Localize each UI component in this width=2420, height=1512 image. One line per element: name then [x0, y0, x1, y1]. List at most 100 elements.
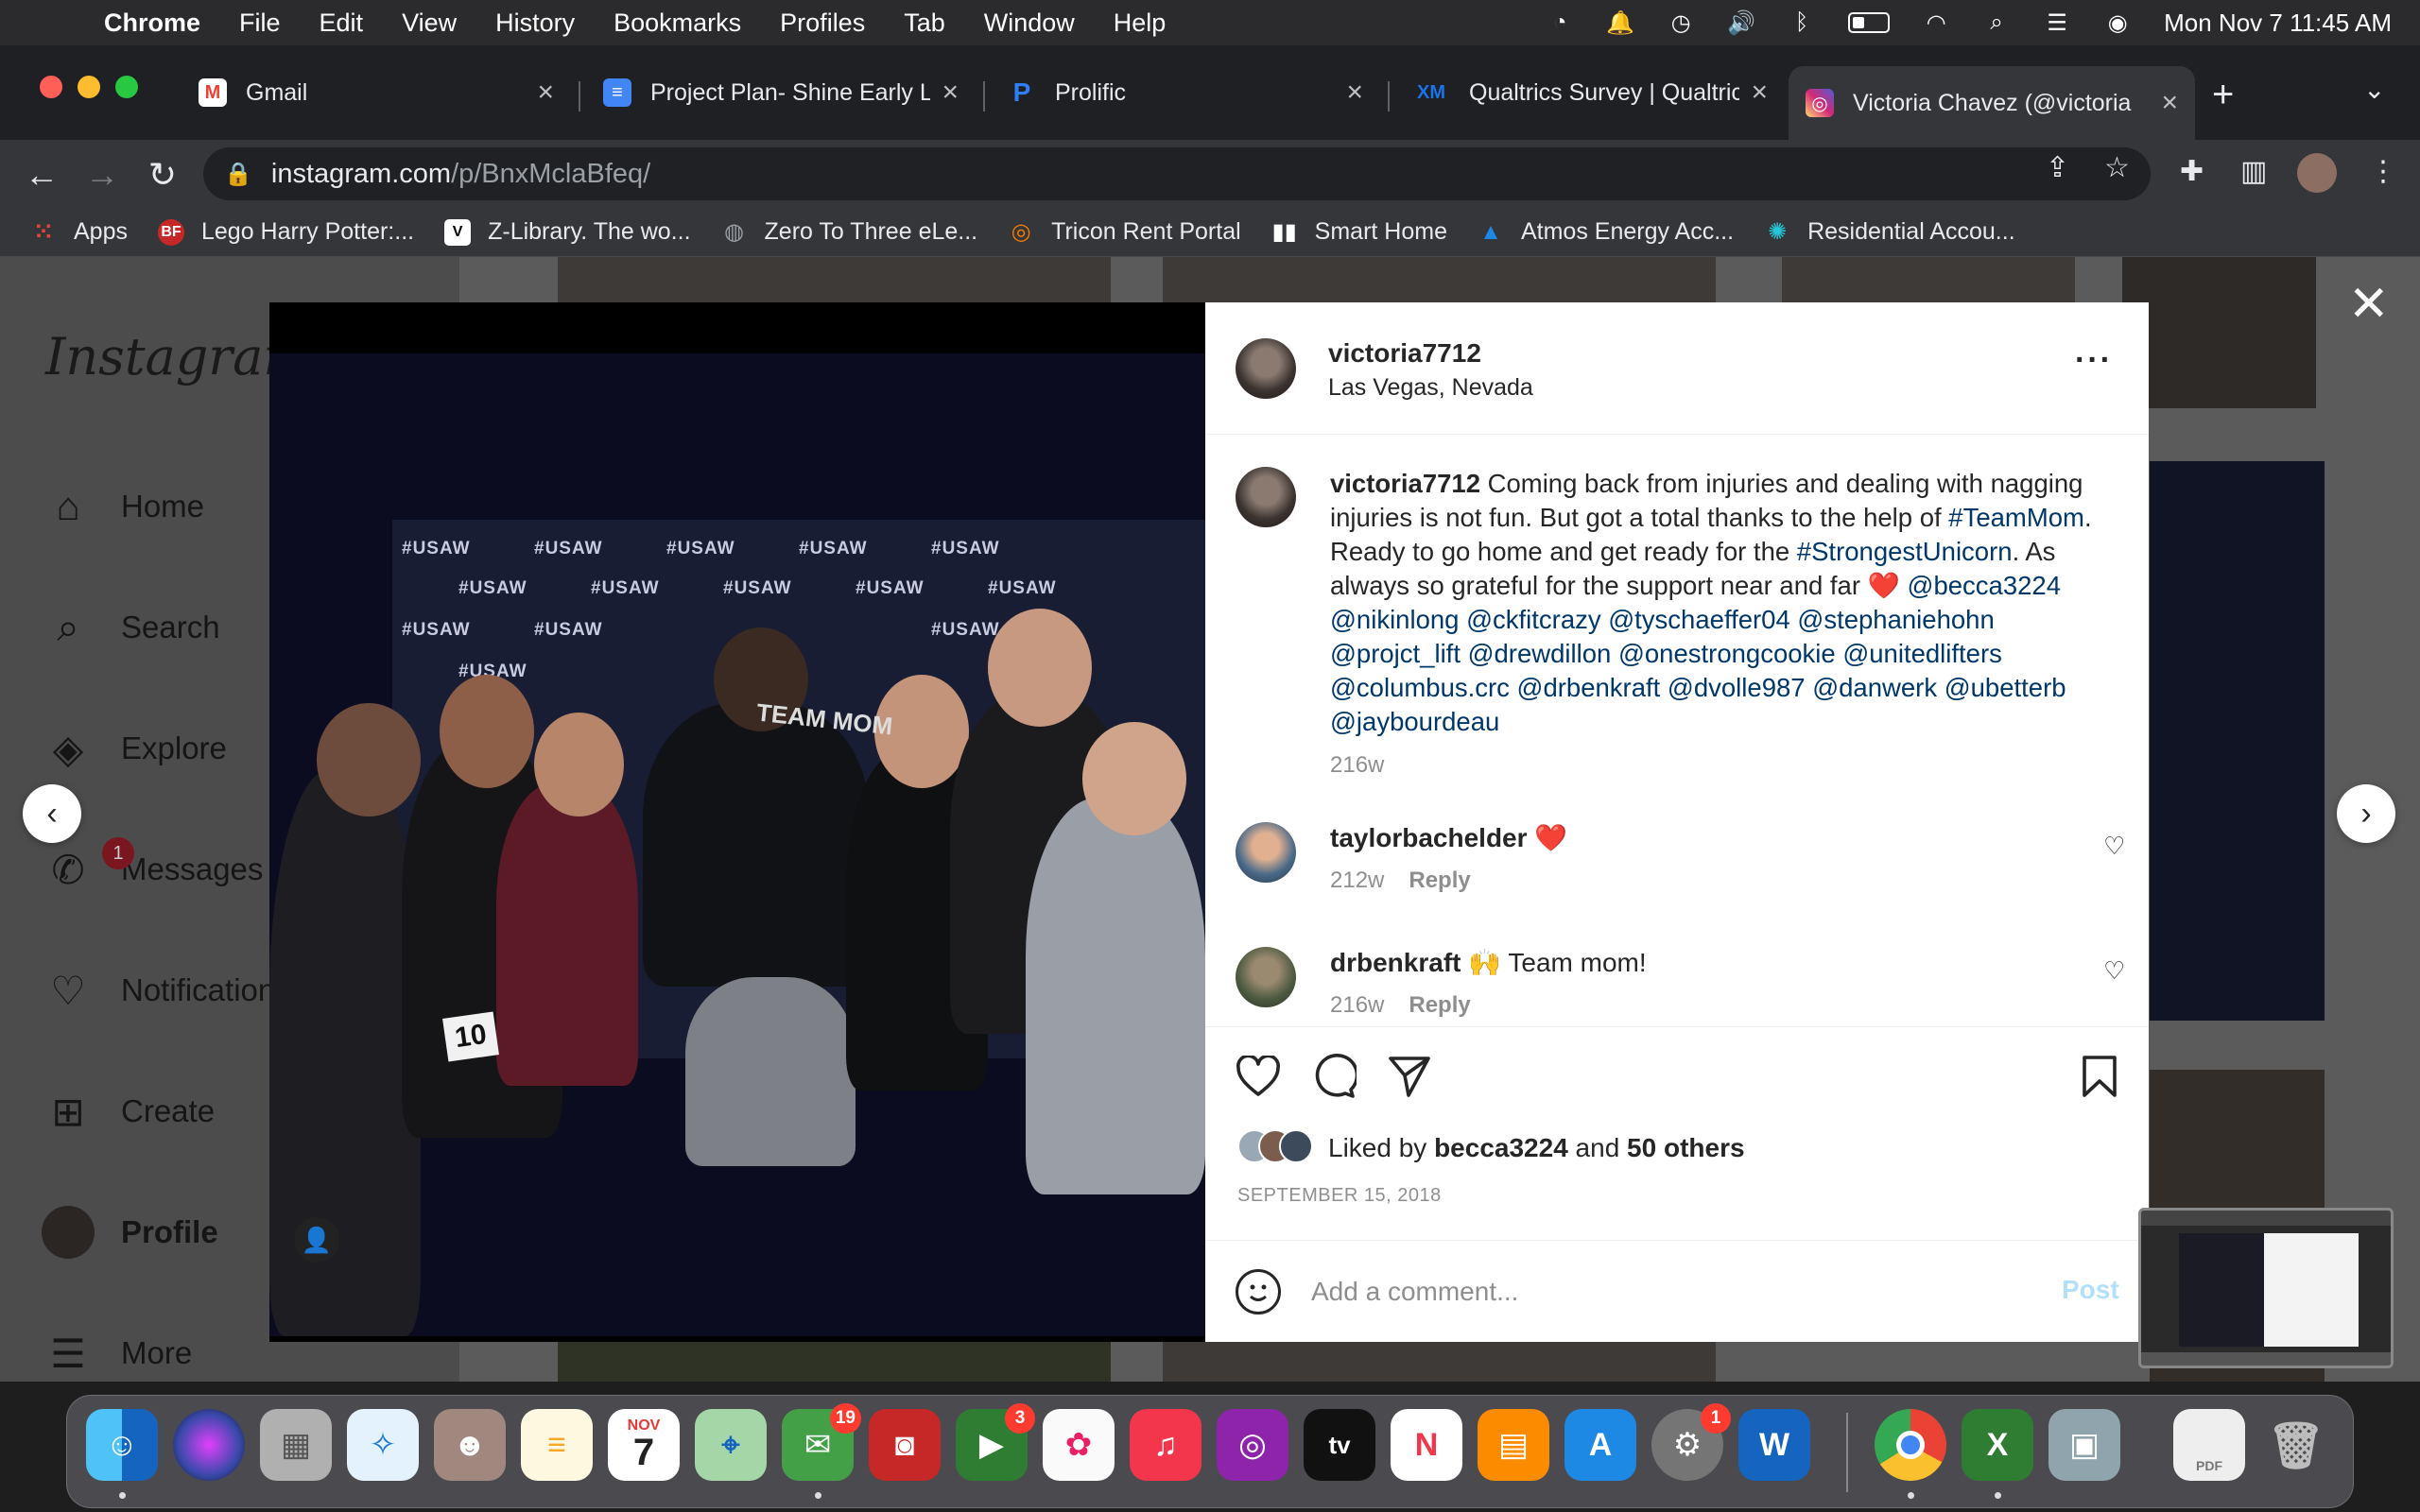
zoom-window-button[interactable] — [115, 76, 138, 98]
bookmark-residential[interactable]: ✺ Residential Accou... — [1764, 218, 2015, 246]
launchpad-icon[interactable]: ▦ — [260, 1409, 332, 1481]
nav-more[interactable]: ☰ More — [42, 1327, 192, 1380]
liked-by-user-link[interactable]: becca3224 — [1434, 1133, 1568, 1162]
close-tab-icon[interactable]: × — [942, 77, 959, 109]
music-icon[interactable]: ♫ — [1130, 1409, 1201, 1481]
caption-age[interactable]: 216w — [1330, 748, 2105, 782]
siri-menu-icon[interactable]: ◉ — [2103, 10, 2132, 36]
tab-qualtrics[interactable]: XM Qualtrics Survey | Qualtric × — [1395, 66, 1785, 119]
reload-icon[interactable]: ↻ — [144, 155, 182, 195]
bookmark-zero-to-three[interactable]: ◍ Zero To Three eLe... — [721, 218, 977, 246]
tab-gmail[interactable]: M Gmail × — [182, 66, 571, 119]
reply-button[interactable]: Reply — [1409, 992, 1470, 1018]
comment-bubble-icon[interactable] — [1309, 1052, 1358, 1101]
forward-arrow-icon[interactable]: → — [83, 155, 121, 195]
reply-button[interactable]: Reply — [1409, 868, 1470, 893]
control-center-icon[interactable]: ☰ — [2043, 10, 2071, 36]
author-avatar[interactable] — [1236, 338, 1296, 399]
app-store-icon[interactable]: A — [1564, 1409, 1636, 1481]
close-modal-icon[interactable]: ✕ — [2348, 280, 2390, 329]
tagged-users-icon[interactable]: 👤 — [294, 1217, 339, 1263]
post-location[interactable]: Las Vegas, Nevada — [1328, 374, 1533, 402]
menu-edit[interactable]: Edit — [320, 9, 364, 38]
close-window-button[interactable] — [40, 76, 62, 98]
menu-history[interactable]: History — [495, 9, 575, 38]
close-tab-icon[interactable]: × — [1346, 77, 1363, 109]
commenter-username[interactable]: drbenkraft — [1330, 948, 1461, 977]
post-comment-button[interactable]: Post — [2062, 1275, 2119, 1305]
podcasts-icon[interactable]: ◎ — [1217, 1409, 1288, 1481]
share-paper-plane-icon[interactable] — [1385, 1052, 1434, 1101]
bookmark-smart-home[interactable]: ▮▮ Smart Home — [1271, 218, 1447, 246]
commenter-username[interactable]: taylorbachelder — [1330, 823, 1528, 852]
author-username[interactable]: victoria7712 — [1328, 338, 1481, 369]
bookmark-star-icon[interactable]: ☆ — [2104, 151, 2130, 184]
author-avatar[interactable] — [1236, 467, 1296, 527]
previous-post-chevron-icon[interactable]: ‹ — [23, 784, 81, 843]
volume-icon[interactable]: 🔊 — [1727, 10, 1755, 36]
comment-age[interactable]: 216w — [1330, 992, 1384, 1018]
caption-username[interactable]: victoria7712 — [1330, 469, 1480, 498]
tab-search-chevron-icon[interactable]: ⌄ — [2363, 74, 2385, 105]
commenter-avatar[interactable] — [1236, 822, 1296, 883]
word-icon[interactable]: W — [1738, 1409, 1810, 1481]
like-heart-icon[interactable] — [1234, 1052, 1283, 1101]
close-tab-icon[interactable]: × — [537, 77, 554, 109]
new-tab-icon[interactable]: + — [2212, 74, 2234, 116]
liker-avatars[interactable] — [1237, 1129, 1322, 1165]
tab-instagram-active[interactable]: ◎ Victoria Chavez (@victoria × — [1789, 66, 2195, 140]
nav-create[interactable]: ⊞ Create — [42, 1085, 215, 1138]
profile-avatar-icon[interactable] — [2297, 153, 2337, 193]
post-date[interactable]: SEPTEMBER 15, 2018 — [1237, 1185, 1442, 1207]
side-panel-icon[interactable]: ▥ — [2240, 155, 2267, 188]
bookmark-apps[interactable]: ⁙ Apps — [30, 218, 128, 246]
chrome-icon[interactable] — [1875, 1409, 1946, 1481]
next-post-chevron-icon[interactable]: › — [2337, 784, 2395, 843]
emoji-picker-icon[interactable] — [1236, 1269, 1281, 1314]
minimize-window-button[interactable] — [78, 76, 100, 98]
notification-bell-icon[interactable]: 🔔 — [1606, 10, 1634, 36]
comment-input[interactable] — [1311, 1265, 1992, 1318]
save-bookmark-icon[interactable] — [2075, 1052, 2124, 1101]
battery-icon[interactable] — [1848, 12, 1891, 33]
comment-age[interactable]: 212w — [1330, 868, 1384, 893]
preview-icon[interactable]: ▣ — [2048, 1409, 2120, 1481]
nav-explore[interactable]: ◈ Explore — [42, 722, 227, 775]
nav-profile[interactable]: Profile — [42, 1206, 218, 1259]
like-comment-heart-icon[interactable]: ♡ — [2103, 956, 2125, 986]
news-icon[interactable]: N — [1391, 1409, 1462, 1481]
apple-tv-icon[interactable]: tv — [1304, 1409, 1375, 1481]
photos-icon[interactable]: ✿ — [1043, 1409, 1115, 1481]
calendar-icon[interactable]: NOV 7 — [608, 1409, 680, 1481]
messages-icon[interactable]: ✉ 19 — [782, 1403, 861, 1481]
menu-file[interactable]: File — [239, 9, 281, 38]
bookmark-tricon[interactable]: ◎ Tricon Rent Portal — [1008, 218, 1241, 246]
bookmark-lego[interactable]: BF Lego Harry Potter:... — [157, 218, 414, 246]
liked-by-others-link[interactable]: 50 others — [1627, 1133, 1745, 1162]
system-preferences-icon[interactable]: ⚙ 1 — [1651, 1403, 1731, 1481]
menu-app-name[interactable]: Chrome — [104, 9, 200, 38]
more-options-icon[interactable]: ··· — [2075, 342, 2113, 379]
extensions-puzzle-icon[interactable]: ✚ — [2180, 155, 2204, 188]
focus-icon[interactable]: ◔ — [1546, 9, 1574, 35]
hashtag-link[interactable]: #TeamMom — [1948, 503, 2084, 532]
menu-bookmarks[interactable]: Bookmarks — [614, 9, 741, 38]
contacts-icon[interactable]: ☻ — [434, 1409, 506, 1481]
facetime-icon[interactable]: ▶ 3 — [956, 1403, 1035, 1481]
close-tab-icon[interactable]: × — [2161, 87, 2178, 119]
trash-icon[interactable]: 🗑 — [2260, 1409, 2332, 1481]
bluetooth-icon[interactable]: ᛒ — [1788, 9, 1816, 35]
address-bar[interactable]: 🔒 instagram.com/p/BnxMclaBfeq/ — [203, 147, 2151, 200]
notes-icon[interactable]: ≡ — [521, 1409, 593, 1481]
close-tab-icon[interactable]: × — [1751, 77, 1768, 109]
wifi-icon[interactable]: ◠ — [1922, 10, 1950, 36]
nav-messages[interactable]: ✆ 1 Messages — [42, 837, 263, 896]
menu-window[interactable]: Window — [984, 9, 1075, 38]
bookmark-atmos[interactable]: ▲ Atmos Energy Acc... — [1478, 218, 1734, 246]
time-machine-icon[interactable]: ◷ — [1667, 10, 1695, 36]
commenter-avatar[interactable] — [1236, 947, 1296, 1007]
menu-profiles[interactable]: Profiles — [780, 9, 865, 38]
tab-prolific[interactable]: P Prolific × — [991, 66, 1380, 119]
menu-view[interactable]: View — [402, 9, 457, 38]
lock-icon[interactable]: 🔒 — [224, 161, 252, 188]
